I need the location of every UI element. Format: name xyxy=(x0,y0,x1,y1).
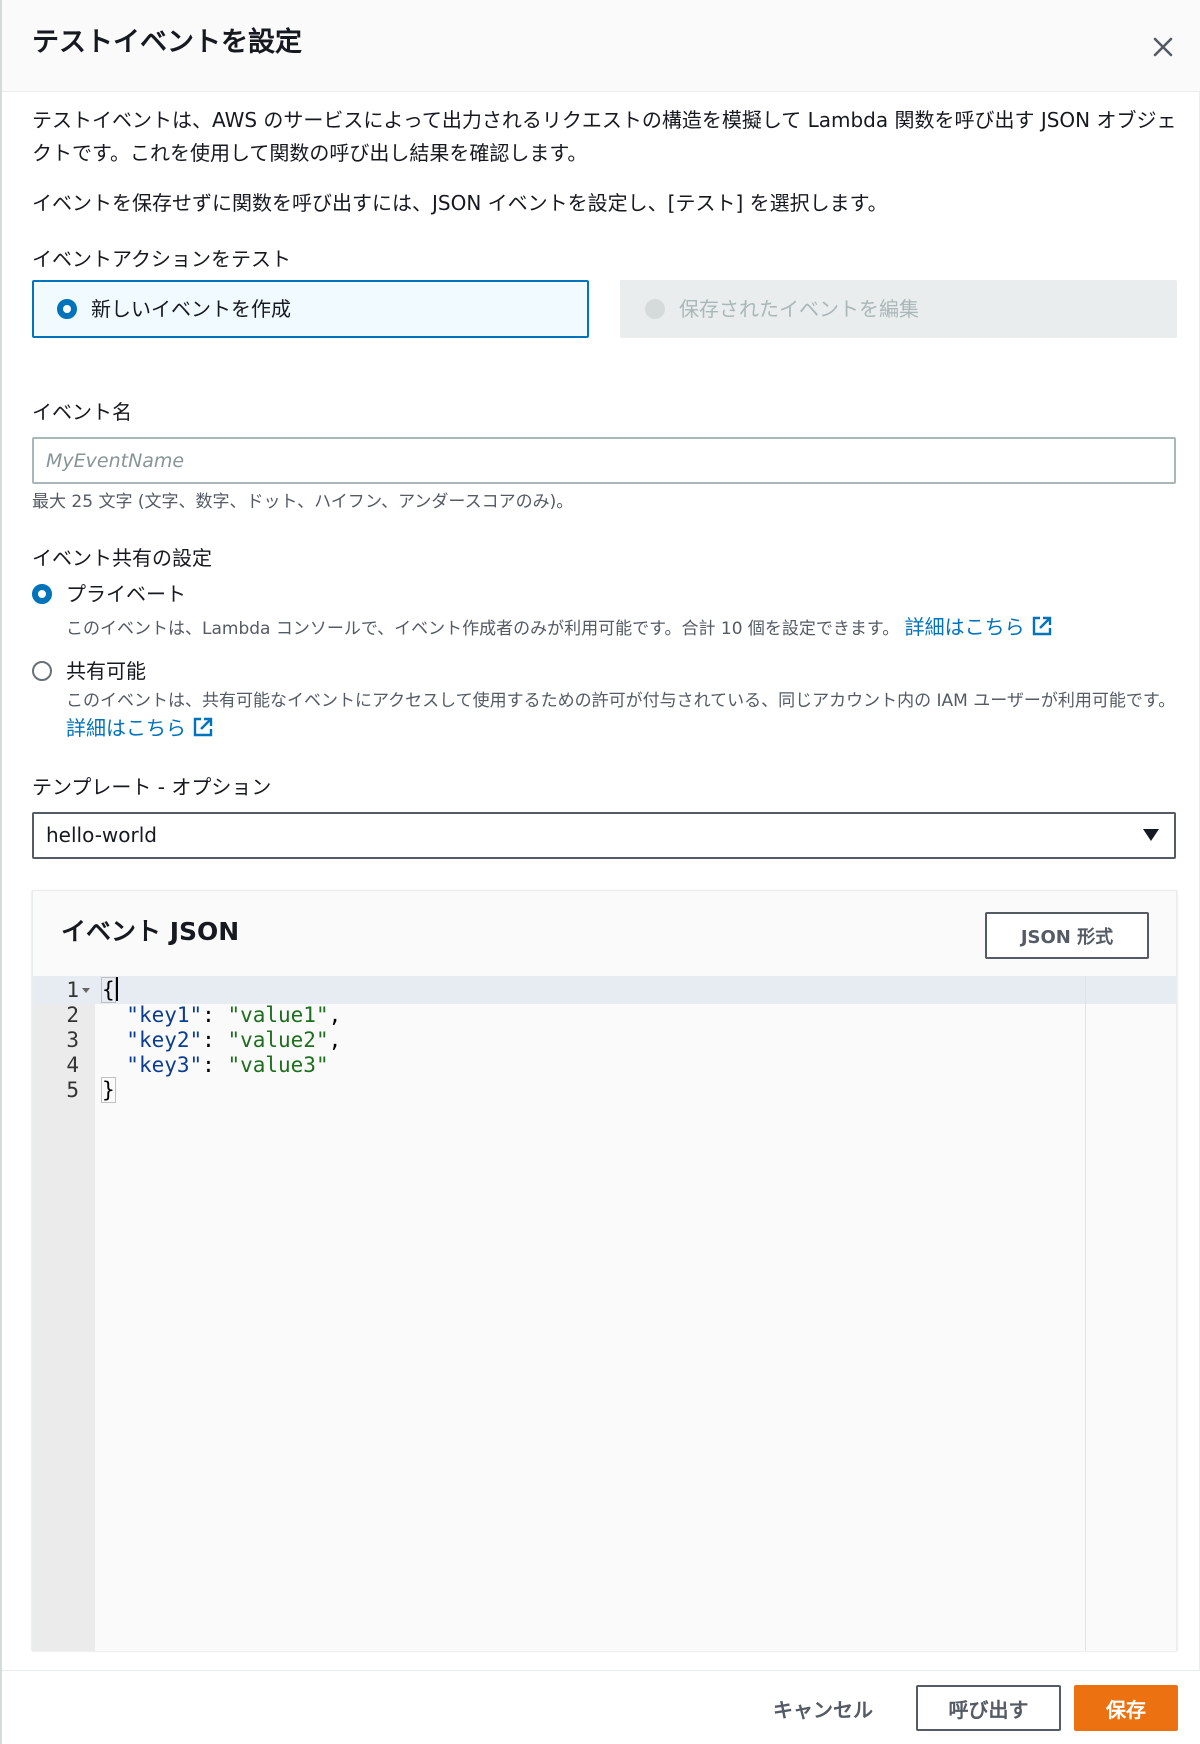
close-icon xyxy=(1153,37,1173,57)
shareable-description: このイベントは、共有可能なイベントにアクセスして使用するための許可が付与されてい… xyxy=(66,688,1176,744)
radio-disabled-icon xyxy=(645,299,665,319)
shareable-description-text: このイベントは、共有可能なイベントにアクセスして使用するための許可が付与されてい… xyxy=(66,691,1176,711)
line-number: 4 xyxy=(66,1053,79,1077)
json-value: "value3" xyxy=(227,1053,329,1077)
radio-shareable-label: 共有可能 xyxy=(66,659,146,683)
test-event-action-label: イベントアクションをテスト xyxy=(32,247,291,271)
code-text: { xyxy=(101,976,118,1004)
line-number: 2 xyxy=(66,1003,79,1027)
event-name-hint: 最大 25 文字 (文字、数字、ドット、ハイフン、アンダースコアのみ)。 xyxy=(32,492,574,512)
private-description-text: このイベントは、Lambda コンソールで、イベント作成者のみが利用可能です。合… xyxy=(66,619,900,639)
json-value: "value1" xyxy=(227,1003,329,1027)
json-code-editor[interactable]: 1 { 2 "key1": "value1", 3 "key2": "value… xyxy=(33,976,1176,1651)
json-key: "key1" xyxy=(126,1003,203,1027)
modal-header: テストイベントを設定 xyxy=(2,0,1200,92)
radio-private[interactable]: プライベート xyxy=(32,580,186,608)
private-learn-more-link[interactable]: 詳細はこちら xyxy=(905,615,1053,639)
private-description: このイベントは、Lambda コンソールで、イベント作成者のみが利用可能です。合… xyxy=(66,614,1176,643)
template-select[interactable]: hello-world xyxy=(32,812,1176,859)
json-key: "key3" xyxy=(126,1053,203,1077)
external-link-icon xyxy=(193,717,213,737)
radio-selected-icon xyxy=(57,299,77,319)
description-paragraph-1: テストイベントは、AWS のサービスによって出力されるリクエストの構造を模擬して… xyxy=(32,108,1177,165)
cancel-button[interactable]: キャンセル xyxy=(757,1685,889,1731)
radio-shareable[interactable]: 共有可能 xyxy=(32,657,146,685)
code-text: "key3": "value3" xyxy=(126,1053,329,1077)
modal-footer: キャンセル 呼び出す 保存 xyxy=(2,1670,1200,1744)
event-name-input[interactable] xyxy=(32,437,1176,484)
modal-title: テストイベントを設定 xyxy=(32,27,302,58)
tile-create-new-event-label: 新しいイベントを作成 xyxy=(91,297,291,321)
external-link-icon xyxy=(1032,616,1051,636)
close-button[interactable] xyxy=(1142,26,1184,68)
json-comma: , xyxy=(328,1028,342,1052)
template-select-value: hello-world xyxy=(46,823,157,847)
matching-brace: { xyxy=(101,977,116,1003)
code-line: 1 { xyxy=(33,976,1176,1004)
json-key: "key2" xyxy=(126,1028,203,1052)
caret-down-icon xyxy=(1143,829,1159,841)
tile-create-new-event[interactable]: 新しいイベントを作成 xyxy=(32,280,589,338)
json-format-button[interactable]: JSON 形式 xyxy=(985,912,1149,959)
code-line: 2 "key1": "value1", xyxy=(33,1001,1176,1029)
code-line: 5 } xyxy=(33,1076,1176,1104)
line-number: 3 xyxy=(66,1028,79,1052)
code-text: "key1": "value1", xyxy=(126,1003,342,1027)
private-learn-more-label: 詳細はこちら xyxy=(904,615,1025,639)
shareable-learn-more-link[interactable]: 詳細はこちら xyxy=(66,716,214,740)
shareable-learn-more-label: 詳細はこちら xyxy=(66,716,186,740)
event-name-label: イベント名 xyxy=(32,400,132,424)
event-json-title: イベント JSON xyxy=(61,917,240,946)
save-button[interactable]: 保存 xyxy=(1074,1685,1178,1731)
code-line: 3 "key2": "value2", xyxy=(33,1026,1176,1054)
radio-private-label: プライベート xyxy=(66,582,186,606)
tile-edit-saved-event: 保存されたイベントを編集 xyxy=(620,280,1177,338)
radio-unselected-icon xyxy=(32,661,52,681)
line-number: 5 xyxy=(66,1078,79,1102)
line-number: 1 xyxy=(66,978,79,1002)
code-line: 4 "key3": "value3" xyxy=(33,1051,1176,1079)
event-json-panel: イベント JSON JSON 形式 1 { 2 "key1": "value1"… xyxy=(32,890,1177,1651)
json-comma: , xyxy=(328,1003,342,1027)
test-event-modal: テストイベントを設定 テストイベントは、AWS のサービスによって出力されるリク… xyxy=(0,0,1200,1744)
description-paragraph-2: イベントを保存せずに関数を呼び出すには、JSON イベントを設定し、[テスト] … xyxy=(32,191,888,215)
json-value: "value2" xyxy=(227,1028,329,1052)
radio-selected-icon xyxy=(32,584,52,604)
text-cursor xyxy=(115,977,118,1001)
event-sharing-label: イベント共有の設定 xyxy=(32,546,212,570)
code-text: "key2": "value2", xyxy=(126,1028,342,1052)
invoke-button[interactable]: 呼び出す xyxy=(916,1685,1061,1731)
template-label: テンプレート - オプション xyxy=(32,775,272,799)
tile-edit-saved-event-label: 保存されたイベントを編集 xyxy=(679,297,919,321)
code-text: } xyxy=(101,1076,116,1104)
matching-brace: } xyxy=(101,1077,116,1103)
